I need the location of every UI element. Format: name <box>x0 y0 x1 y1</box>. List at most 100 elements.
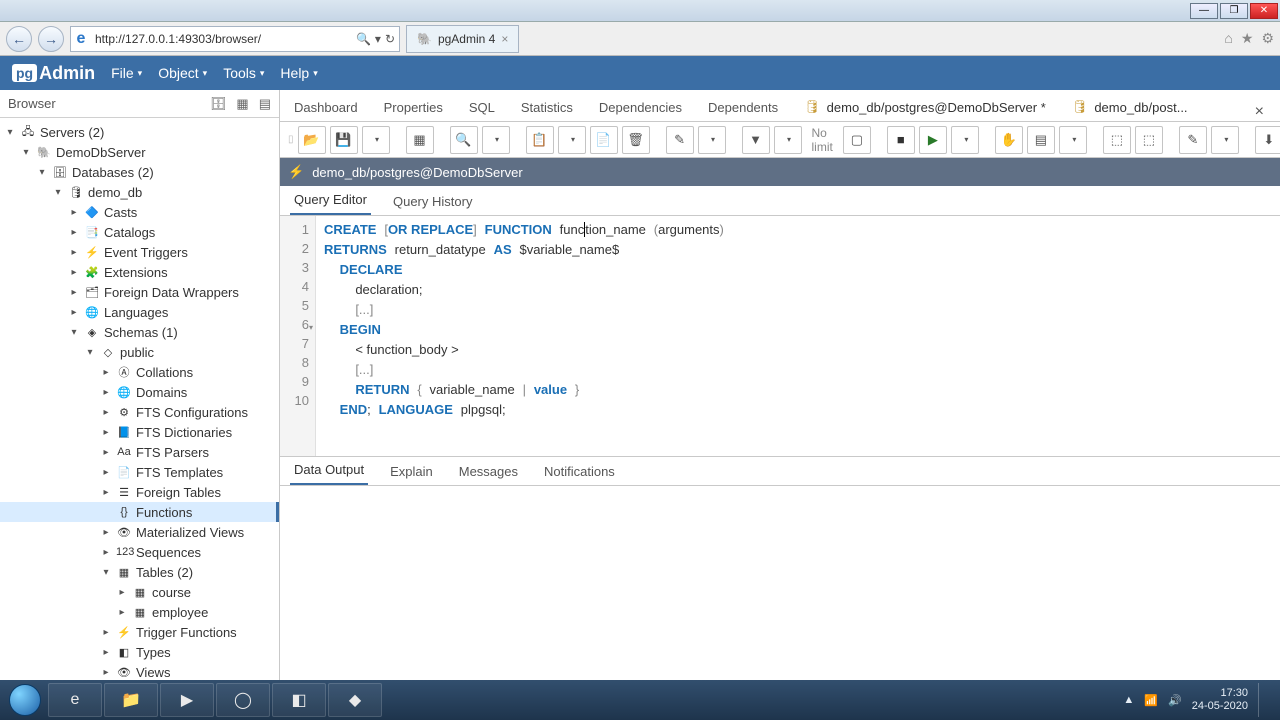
find-button[interactable]: 🔍 <box>450 126 478 154</box>
edit-button[interactable]: ▦ <box>406 126 434 154</box>
tree-item[interactable]: ▸123Sequences <box>0 542 279 562</box>
commit-dropdown[interactable] <box>1059 126 1087 154</box>
open-file-button[interactable]: 📂 <box>298 126 326 154</box>
expand-icon[interactable]: ▾ <box>4 127 16 138</box>
expand-icon[interactable]: ▸ <box>100 527 112 538</box>
tree-item[interactable]: ▸📘FTS Dictionaries <box>0 422 279 442</box>
tree-item[interactable]: ▸▦employee <box>0 602 279 622</box>
filter-button[interactable]: ▼ <box>742 126 770 154</box>
tree-item[interactable]: ▸📑Catalogs <box>0 222 279 242</box>
tab-sql[interactable]: SQL <box>465 94 499 121</box>
expand-icon[interactable]: ▸ <box>68 227 80 238</box>
tree-item[interactable]: ▾🐘DemoDbServer <box>0 142 279 162</box>
task-ie[interactable]: e <box>48 683 102 717</box>
tree-item[interactable]: ▸ⒶCollations <box>0 362 279 382</box>
execute-dropdown[interactable] <box>951 126 979 154</box>
tree-item[interactable]: ▸🔷Casts <box>0 202 279 222</box>
expand-icon[interactable]: ▸ <box>100 667 112 678</box>
stop-button[interactable]: ■ <box>887 126 915 154</box>
tree-item[interactable]: ▸🌐Domains <box>0 382 279 402</box>
expand-icon[interactable]: ▸ <box>100 627 112 638</box>
tray-flag-icon[interactable]: ▲ <box>1123 694 1134 706</box>
save-dropdown[interactable] <box>362 126 390 154</box>
limit-checkbox[interactable]: ▢ <box>843 126 871 154</box>
browser-icon-3[interactable]: ▤ <box>259 96 271 112</box>
macro-button-2[interactable]: ⬚ <box>1135 126 1163 154</box>
expand-icon[interactable]: ▾ <box>84 347 96 358</box>
edit-pencil-button[interactable]: ✎ <box>666 126 694 154</box>
expand-icon[interactable]: ▾ <box>68 327 80 338</box>
task-explorer[interactable]: 📁 <box>104 683 158 717</box>
expand-icon[interactable]: ▸ <box>100 447 112 458</box>
copy-dropdown[interactable] <box>558 126 586 154</box>
menu-help[interactable]: Help <box>280 65 317 81</box>
tab-explain[interactable]: Explain <box>386 458 437 485</box>
task-chrome[interactable]: ◯ <box>216 683 270 717</box>
tree-item[interactable]: ▸🧩Extensions <box>0 262 279 282</box>
expand-icon[interactable]: ▾ <box>36 167 48 178</box>
tab-dashboard[interactable]: Dashboard <box>290 94 362 121</box>
expand-icon[interactable]: ▾ <box>52 187 64 198</box>
browser-icon-2[interactable]: ▦ <box>236 96 248 112</box>
expand-icon[interactable]: ▸ <box>100 647 112 658</box>
close-button[interactable]: ✕ <box>1250 3 1278 19</box>
tab-query-editor[interactable]: Query Editor <box>290 186 371 215</box>
expand-icon[interactable]: ▸ <box>100 407 112 418</box>
expand-icon[interactable]: ▸ <box>116 607 128 618</box>
tree-item[interactable]: ▸▦course <box>0 582 279 602</box>
expand-icon[interactable]: ▸ <box>68 287 80 298</box>
favorites-icon[interactable]: ★ <box>1241 30 1254 47</box>
content-close-button[interactable]: × <box>1249 103 1270 121</box>
tray-sound-icon[interactable]: 🔊 <box>1168 694 1182 707</box>
filter-dropdown[interactable] <box>774 126 802 154</box>
expand-icon[interactable]: ▾ <box>20 147 32 158</box>
tab-query-other[interactable]: 🛢 demo_db/post... <box>1068 93 1192 121</box>
edit-pencil-dropdown[interactable] <box>698 126 726 154</box>
task-app2[interactable]: ◆ <box>328 683 382 717</box>
back-button[interactable]: ← <box>6 26 32 52</box>
expand-icon[interactable]: ▸ <box>100 367 112 378</box>
code-text[interactable]: CREATE [OR REPLACE] FUNCTION function_na… <box>316 216 1280 456</box>
tree-item[interactable]: ▸👁Views <box>0 662 279 680</box>
expand-icon[interactable]: ▸ <box>100 487 112 498</box>
search-icon[interactable]: 🔍 <box>356 32 371 46</box>
forward-button[interactable]: → <box>38 26 64 52</box>
panel-handle-left[interactable]: ▯ <box>288 134 294 145</box>
tab-close-icon[interactable]: × <box>501 32 508 46</box>
code-editor[interactable]: 123456▾78910 CREATE [OR REPLACE] FUNCTIO… <box>280 216 1280 456</box>
clear-button[interactable]: ✎ <box>1179 126 1207 154</box>
show-desktop-button[interactable] <box>1258 683 1268 717</box>
tree-item[interactable]: ▸⚡Event Triggers <box>0 242 279 262</box>
browser-icon-1[interactable]: 🗄 <box>210 96 227 112</box>
explain-button[interactable]: ✋ <box>995 126 1023 154</box>
tree-item[interactable]: ▸🗂Foreign Data Wrappers <box>0 282 279 302</box>
tree-item[interactable]: ▸👁Materialized Views <box>0 522 279 542</box>
minimize-button[interactable]: — <box>1190 3 1218 19</box>
task-media[interactable]: ▶ <box>160 683 214 717</box>
execute-button[interactable]: ▶ <box>919 126 947 154</box>
copy-button[interactable]: 📋 <box>526 126 554 154</box>
task-app1[interactable]: ◧ <box>272 683 326 717</box>
tree-item[interactable]: ▸⚡Trigger Functions <box>0 622 279 642</box>
tree-item[interactable]: ▾🖧Servers (2) <box>0 122 279 142</box>
tree-item[interactable]: ▾▦Tables (2) <box>0 562 279 582</box>
tree-item[interactable]: ▸◧Types <box>0 642 279 662</box>
tab-statistics[interactable]: Statistics <box>517 94 577 121</box>
save-button[interactable]: 💾 <box>330 126 358 154</box>
expand-icon[interactable]: ▸ <box>100 427 112 438</box>
tree-item[interactable]: ▾🗄Databases (2) <box>0 162 279 182</box>
maximize-button[interactable]: ❐ <box>1220 3 1248 19</box>
expand-icon[interactable]: ▾ <box>100 567 112 578</box>
tab-notifications[interactable]: Notifications <box>540 458 619 485</box>
find-dropdown[interactable] <box>482 126 510 154</box>
menu-file[interactable]: File <box>111 65 142 81</box>
tree-item[interactable]: ▾◇public <box>0 342 279 362</box>
tree-item[interactable]: ▸🌐Languages <box>0 302 279 322</box>
expand-icon[interactable]: ▸ <box>68 267 80 278</box>
tree-item[interactable]: ▸📄FTS Templates <box>0 462 279 482</box>
expand-icon[interactable]: ▸ <box>116 587 128 598</box>
tab-data-output[interactable]: Data Output <box>290 456 368 485</box>
macro-button-1[interactable]: ⬚ <box>1103 126 1131 154</box>
tree-item[interactable]: ▾🛢demo_db <box>0 182 279 202</box>
browser-tab[interactable]: 🐘 pgAdmin 4 × <box>406 25 519 53</box>
